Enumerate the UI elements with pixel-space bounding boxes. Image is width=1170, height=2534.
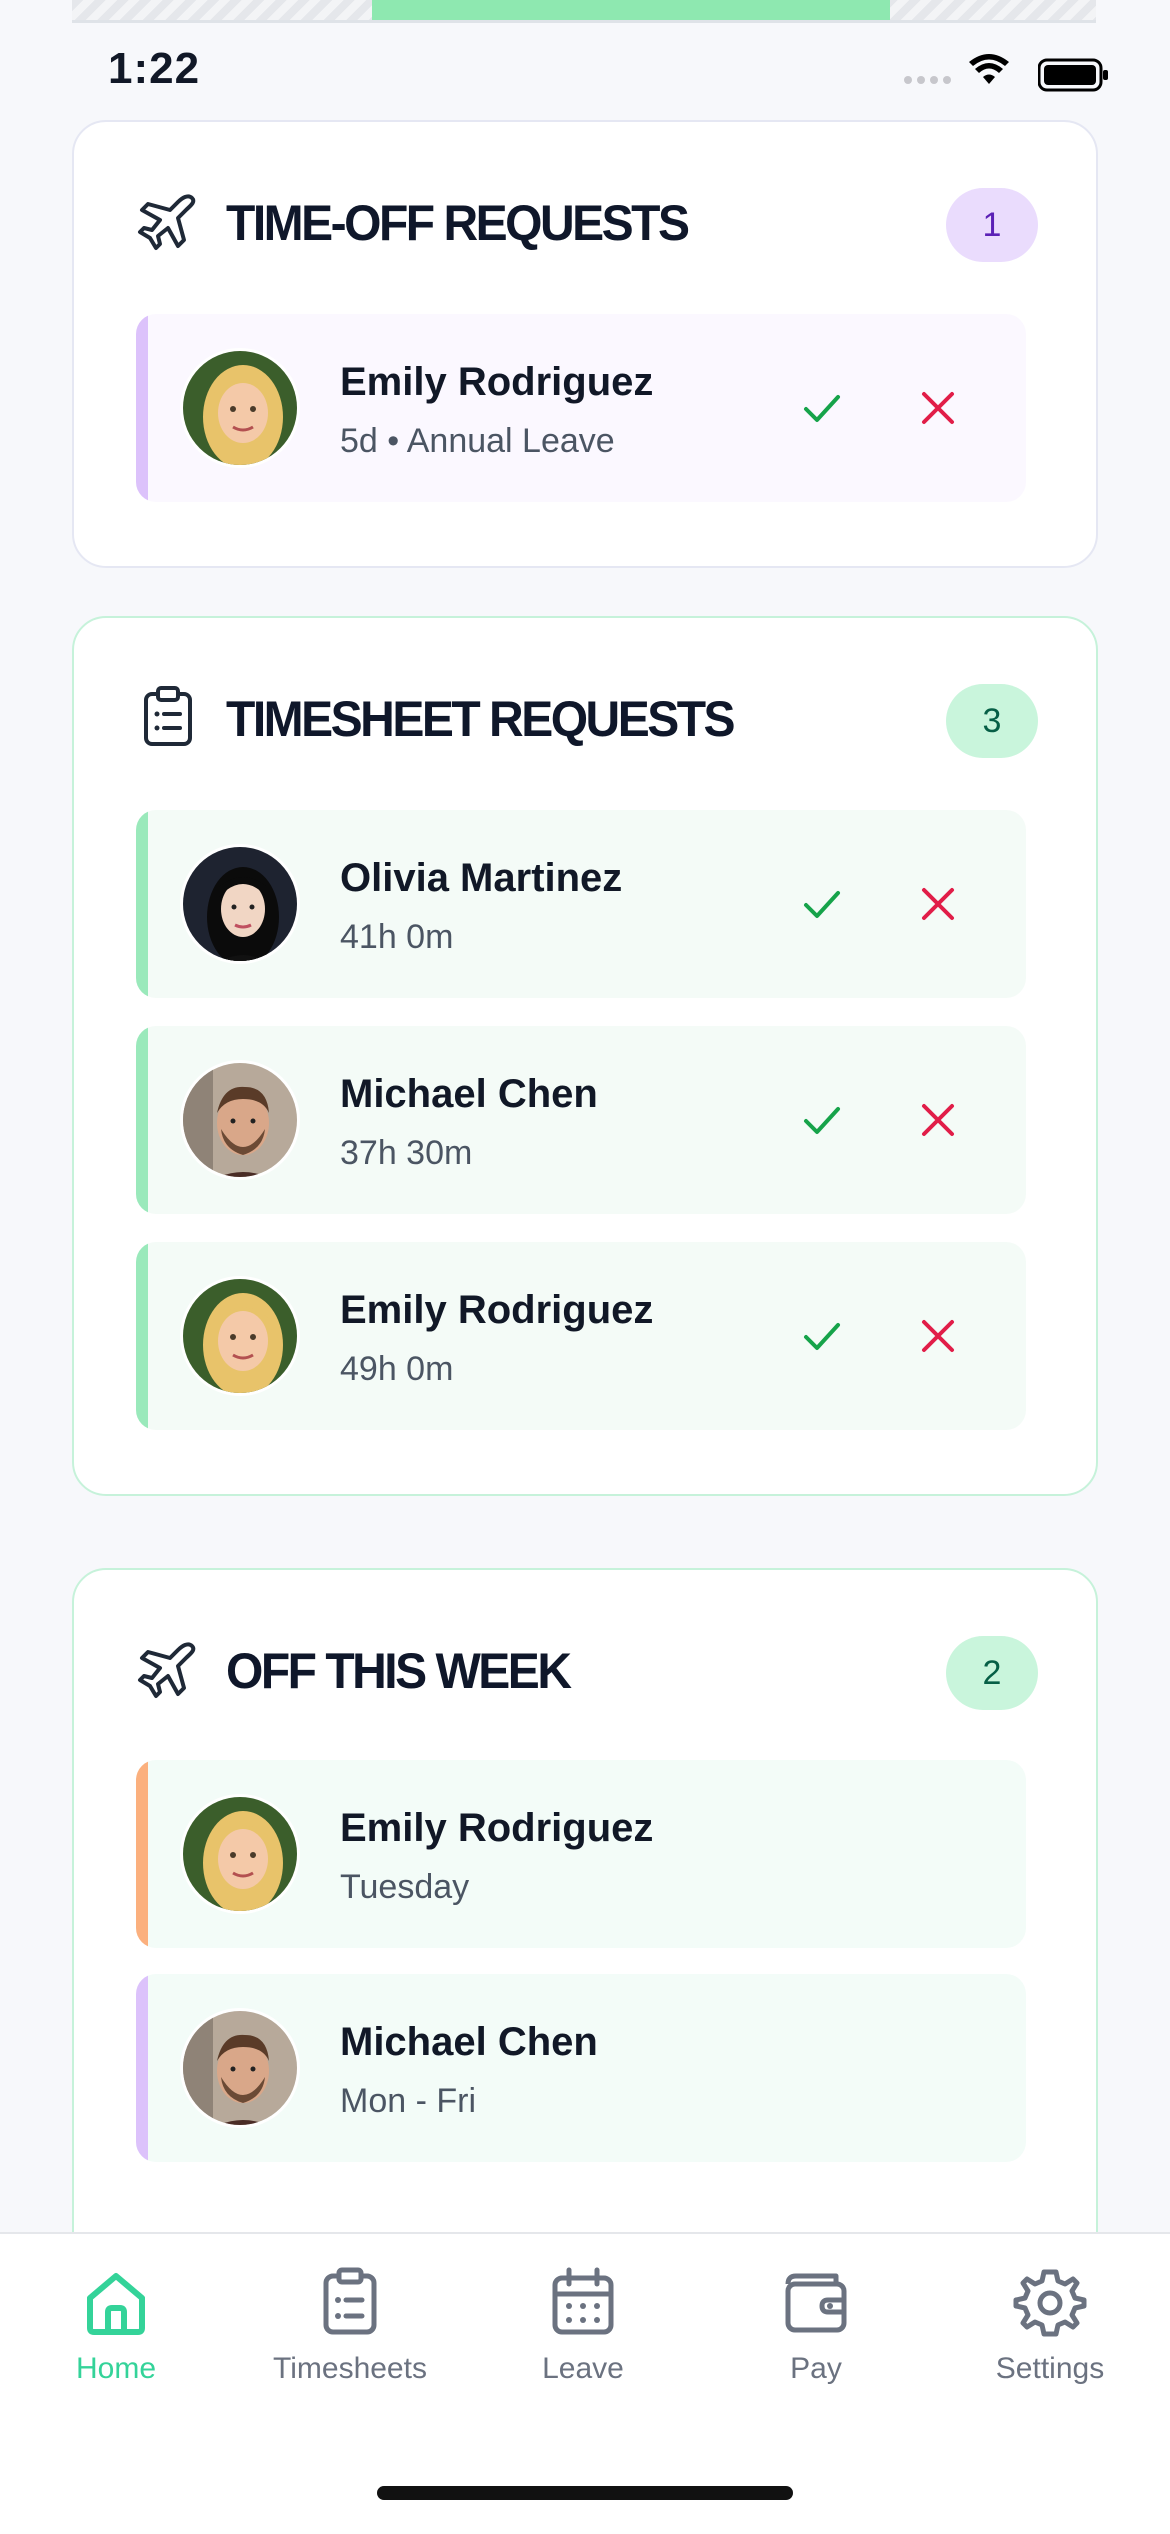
top-progress-strip <box>72 0 1096 22</box>
tab-pay[interactable]: Pay <box>716 2264 916 2386</box>
employee-name: Emily Rodriguez <box>340 1806 654 1850</box>
tab-label: Pay <box>790 2352 842 2385</box>
tab-settings[interactable]: Settings <box>950 2264 1150 2386</box>
employee-name: Emily Rodriguez <box>340 360 654 404</box>
reject-x-icon[interactable] <box>916 1098 960 1142</box>
cellular-signal-icon <box>904 76 951 84</box>
battery-icon <box>1038 58 1108 92</box>
avatar <box>180 348 300 468</box>
row-accent-bar <box>136 1242 148 1430</box>
card-title: TIMESHEET REQUESTS <box>226 691 736 748</box>
request-detail: 41h 0m <box>340 918 454 956</box>
time-off-request-row[interactable]: Emily Rodriguez 5d • Annual Leave <box>136 314 1026 502</box>
reject-x-icon[interactable] <box>916 1314 960 1358</box>
off-this-week-row[interactable]: Michael Chen Mon - Fri <box>136 1974 1026 2162</box>
off-this-week-row[interactable]: Emily Rodriguez Tuesday <box>136 1760 1026 1948</box>
wallet-icon <box>785 2273 847 2333</box>
approve-check-icon[interactable] <box>800 386 844 430</box>
avatar <box>180 2008 300 2128</box>
avatar <box>180 1060 300 1180</box>
card-title: TIME-OFF REQUESTS <box>226 195 690 252</box>
card-header: TIME-OFF REQUESTS 1 <box>136 122 1038 322</box>
card-header: TIMESHEET REQUESTS 3 <box>136 618 1038 818</box>
clipboard-icon <box>144 686 192 746</box>
count-badge: 1 <box>946 188 1038 262</box>
tab-leave[interactable]: Leave <box>483 2264 683 2386</box>
employee-name: Emily Rodriguez <box>340 1288 654 1332</box>
request-detail: 5d • Annual Leave <box>340 422 615 460</box>
off-this-week-card: OFF THIS WEEK 2 Emily Rodriguez Tuesday <box>72 1568 1098 2292</box>
tab-label: Home <box>75 2352 157 2385</box>
tab-label: Timesheets <box>273 2352 427 2385</box>
approve-check-icon[interactable] <box>800 882 844 926</box>
row-accent-bar <box>136 810 148 998</box>
reject-x-icon[interactable] <box>916 386 960 430</box>
employee-name: Olivia Martinez <box>340 856 623 900</box>
card-header: OFF THIS WEEK 2 <box>136 1570 1038 1770</box>
airplane-icon <box>138 194 196 250</box>
row-accent-bar <box>136 1026 148 1214</box>
gear-icon <box>1013 2269 1087 2337</box>
timesheet-request-row[interactable]: Michael Chen 37h 30m <box>136 1026 1026 1214</box>
calendar-icon <box>552 2267 614 2335</box>
airplane-icon <box>138 1642 196 1698</box>
home-icon <box>87 2273 145 2335</box>
request-detail: 49h 0m <box>340 1350 454 1388</box>
home-indicator <box>377 2486 793 2500</box>
off-days: Mon - Fri <box>340 2082 476 2120</box>
request-detail: 37h 30m <box>340 1134 473 1172</box>
row-accent-bar <box>136 314 148 502</box>
employee-name: Michael Chen <box>340 2020 598 2064</box>
progress-fill <box>372 0 890 22</box>
row-accent-bar <box>136 1760 148 1948</box>
avatar <box>180 1276 300 1396</box>
tab-label: Leave <box>542 2352 624 2385</box>
avatar <box>180 1794 300 1914</box>
approve-check-icon[interactable] <box>800 1314 844 1358</box>
timesheet-requests-card: TIMESHEET REQUESTS 3 Olivia Martinez 41h… <box>72 616 1098 1496</box>
tab-timesheets[interactable]: Timesheets <box>250 2264 450 2386</box>
time-off-requests-card: TIME-OFF REQUESTS 1 Emily Rodriguez 5d •… <box>72 120 1098 568</box>
reject-x-icon[interactable] <box>916 882 960 926</box>
approve-check-icon[interactable] <box>800 1098 844 1142</box>
tab-home[interactable]: Home <box>16 2264 216 2386</box>
employee-name: Michael Chen <box>340 1072 598 1116</box>
timesheet-request-row[interactable]: Olivia Martinez 41h 0m <box>136 810 1026 998</box>
off-days: Tuesday <box>340 1868 470 1906</box>
row-accent-bar <box>136 1974 148 2162</box>
status-time: 1:22 <box>108 44 201 93</box>
card-title: OFF THIS WEEK <box>226 1643 572 1700</box>
clipboard-icon <box>323 2267 377 2335</box>
count-badge: 2 <box>946 1636 1038 1710</box>
status-bar: 1:22 <box>0 22 1170 122</box>
count-badge: 3 <box>946 684 1038 758</box>
wifi-icon <box>969 54 1009 84</box>
timesheet-request-row[interactable]: Emily Rodriguez 49h 0m <box>136 1242 1026 1430</box>
tab-label: Settings <box>995 2352 1105 2385</box>
avatar <box>180 844 300 964</box>
